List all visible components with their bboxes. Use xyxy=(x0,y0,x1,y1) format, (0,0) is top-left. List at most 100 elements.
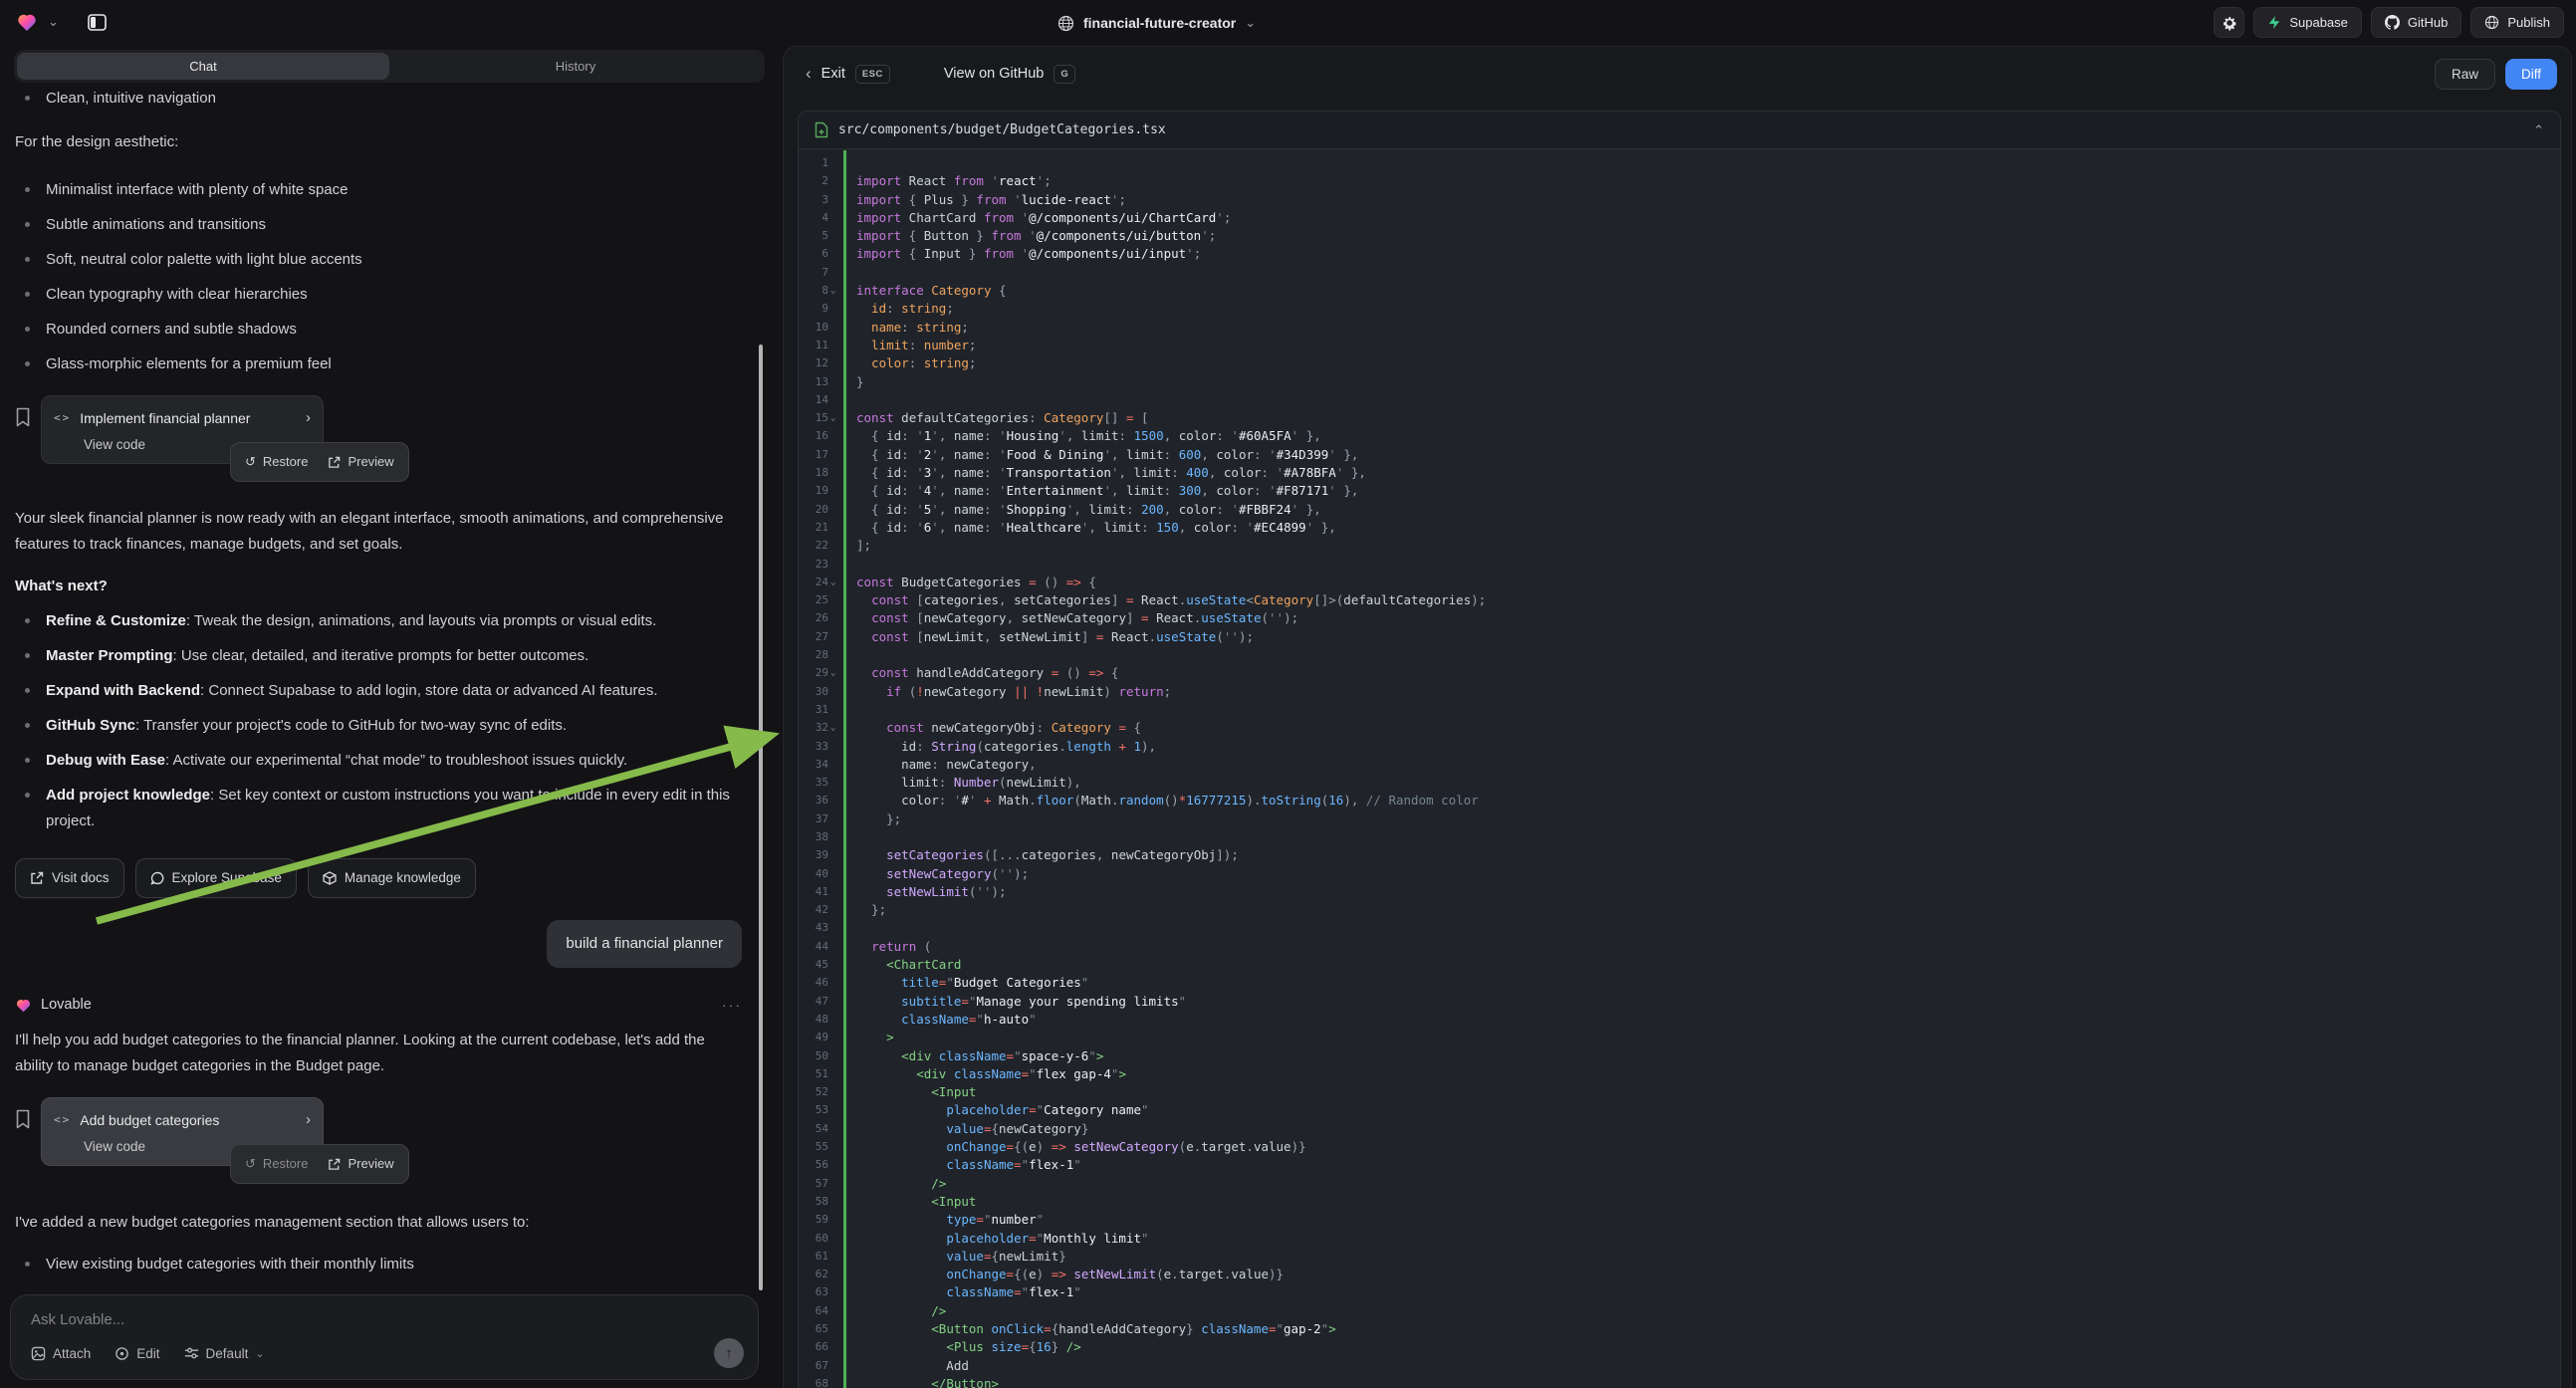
code-line: 46 title="Budget Categories" xyxy=(799,974,2560,992)
preview-button[interactable]: Preview xyxy=(328,449,393,475)
assistant-reply: I'll help you add budget categories to t… xyxy=(15,1028,742,1079)
line-number: 4 xyxy=(799,209,828,227)
line-number: 6 xyxy=(799,245,828,263)
fold-chevron-icon[interactable]: ⌄ xyxy=(830,719,842,737)
code-line: 31 xyxy=(799,701,2560,719)
exit-button[interactable]: ‹ Exit ESC xyxy=(806,64,890,84)
restore-button[interactable]: ↺Restore xyxy=(245,1151,308,1177)
list-item: View existing budget categories with the… xyxy=(15,1252,742,1277)
visit-docs-button[interactable]: Visit docs xyxy=(15,858,124,898)
line-number: 60 xyxy=(799,1230,828,1248)
fold-chevron-icon[interactable]: ⌄ xyxy=(830,664,842,682)
code-line: 33 id: String(categories.length + 1), xyxy=(799,738,2560,756)
message-menu-button[interactable]: ··· xyxy=(722,992,742,1018)
assistant-header: Lovable ··· xyxy=(15,992,742,1018)
restore-icon: ↺ xyxy=(245,449,256,475)
whats-next-list: Refine & Customize: Tweak the design, an… xyxy=(15,608,742,834)
list-item: Soft, neutral color palette with light b… xyxy=(15,247,742,273)
code-line: 45 <ChartCard xyxy=(799,956,2560,974)
esc-key-badge: ESC xyxy=(855,65,890,84)
chevron-right-icon[interactable]: › xyxy=(306,1107,311,1133)
code-line: 20 { id: '5', name: 'Shopping', limit: 2… xyxy=(799,501,2560,519)
tab-chat[interactable]: Chat xyxy=(17,53,389,80)
line-number: 24 xyxy=(799,574,828,591)
chat-scrollbar[interactable] xyxy=(759,345,763,1290)
list-item: Debug with Ease: Activate our experiment… xyxy=(15,748,742,774)
line-number: 15 xyxy=(799,409,828,427)
bookmark-icon[interactable] xyxy=(15,407,31,427)
model-select[interactable]: Default ⌄ xyxy=(184,1346,265,1361)
list-item: Subtle animations and transitions xyxy=(15,212,742,238)
code-line: 62 onChange={(e) => setNewLimit(e.target… xyxy=(799,1266,2560,1283)
code-line: 56 className="flex-1" xyxy=(799,1156,2560,1174)
sidebar-toggle-button[interactable] xyxy=(83,7,113,37)
line-number: 55 xyxy=(799,1138,828,1156)
code-line: 7 xyxy=(799,264,2560,282)
view-on-github-button[interactable]: View on GitHub G xyxy=(944,65,1075,84)
manage-knowledge-button[interactable]: Manage knowledge xyxy=(308,858,476,898)
code-line: 61 value={newLimit} xyxy=(799,1248,2560,1266)
added-text: I've added a new budget categories manag… xyxy=(15,1210,742,1236)
line-number: 7 xyxy=(799,264,828,282)
diff-button[interactable]: Diff xyxy=(2505,59,2557,90)
bookmark-icon[interactable] xyxy=(15,1109,31,1129)
list-item: Add project knowledge: Set key context o… xyxy=(15,783,742,834)
code-line: 6import { Input } from '@/components/ui/… xyxy=(799,245,2560,263)
code-line: 9 id: string; xyxy=(799,300,2560,318)
collapse-chevron-icon[interactable]: ⌃ xyxy=(2533,122,2544,138)
chevron-left-icon: ‹ xyxy=(806,64,812,84)
code-line: 26 const [newCategory, setNewCategory] =… xyxy=(799,609,2560,627)
list-item: Clean, intuitive navigation xyxy=(15,86,742,112)
restore-button[interactable]: ↺Restore xyxy=(245,449,308,475)
tab-history[interactable]: History xyxy=(389,53,762,80)
supabase-button[interactable]: Supabase xyxy=(2253,7,2362,38)
line-number: 35 xyxy=(799,774,828,792)
chevron-down-icon: ⌄ xyxy=(255,1347,264,1360)
preview-button[interactable]: Preview xyxy=(328,1151,393,1177)
code-line: 30 if (!newCategory || !newLimit) return… xyxy=(799,683,2560,701)
line-number: 36 xyxy=(799,792,828,810)
raw-button[interactable]: Raw xyxy=(2435,59,2495,90)
code-line: 17 { id: '2', name: 'Food & Dining', lim… xyxy=(799,446,2560,464)
code-line: 5import { Button } from '@/components/ui… xyxy=(799,227,2560,245)
attach-button[interactable]: Attach xyxy=(31,1346,91,1361)
line-number: 12 xyxy=(799,354,828,372)
file-header[interactable]: src/components/budget/BudgetCategories.t… xyxy=(799,112,2560,149)
line-number: 56 xyxy=(799,1156,828,1174)
project-switcher[interactable]: financial-future-creator ⌄ xyxy=(1057,0,1256,46)
g-key-badge: G xyxy=(1054,65,1075,84)
code-line: 65 <Button onClick={handleAddCategory} c… xyxy=(799,1320,2560,1338)
line-number: 51 xyxy=(799,1065,828,1083)
doc-buttons-row: Visit docs Explore Supabase Manage knowled… xyxy=(15,858,742,898)
edit-button[interactable]: Edit xyxy=(115,1346,159,1361)
code-line: 4import ChartCard from '@/components/ui/… xyxy=(799,209,2560,227)
fold-chevron-icon[interactable]: ⌄ xyxy=(830,282,842,300)
publish-button[interactable]: Publish xyxy=(2470,7,2564,38)
send-button[interactable]: ↑ xyxy=(714,1338,744,1368)
version-card-title: Add budget categories xyxy=(80,1107,219,1133)
code-line: 41 setNewLimit(''); xyxy=(799,883,2560,901)
gear-icon xyxy=(2222,15,2237,31)
code-line: 59 type="number" xyxy=(799,1211,2560,1229)
github-button[interactable]: GitHub xyxy=(2371,7,2461,38)
fold-chevron-icon[interactable]: ⌄ xyxy=(830,574,842,591)
code-icon: <> xyxy=(54,1107,71,1133)
target-icon xyxy=(115,1346,129,1361)
lovable-logo[interactable] xyxy=(16,12,38,32)
line-number: 43 xyxy=(799,919,828,937)
fold-chevron-icon[interactable]: ⌄ xyxy=(830,409,842,427)
external-link-icon xyxy=(328,456,341,469)
chevron-right-icon[interactable]: › xyxy=(306,405,311,431)
user-message: build a financial planner xyxy=(547,920,742,968)
chat-input[interactable]: Ask Lovable... xyxy=(31,1311,740,1328)
explore-supabase-button[interactable]: Explore Supabase xyxy=(135,858,297,898)
added-list: View existing budget categories with the… xyxy=(15,1252,742,1288)
code-line: 13} xyxy=(799,373,2560,391)
code-panel: ‹ Exit ESC View on GitHub G Raw Diff src… xyxy=(783,46,2572,1388)
code-line: 28 xyxy=(799,646,2560,664)
settings-button[interactable] xyxy=(2214,7,2244,38)
line-number: 10 xyxy=(799,319,828,337)
code-line: 44 return ( xyxy=(799,938,2560,956)
code-line: 53 placeholder="Category name" xyxy=(799,1101,2560,1119)
chevron-down-icon[interactable]: ⌄ xyxy=(48,14,59,30)
